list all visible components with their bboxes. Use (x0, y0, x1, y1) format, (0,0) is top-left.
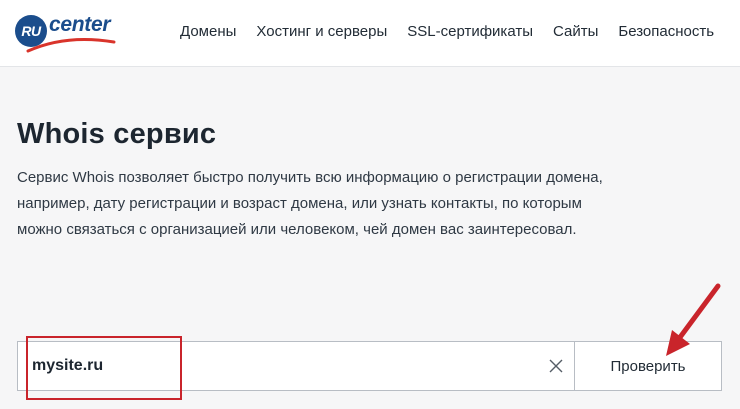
whois-search-form: Проверить (17, 341, 722, 391)
nav-item-security[interactable]: Безопасность (618, 23, 714, 40)
search-box (17, 341, 574, 391)
nav-item-sites[interactable]: Сайты (553, 23, 598, 40)
main-nav: Домены Хостинг и серверы SSL-сертификаты… (180, 23, 734, 40)
logo-text: center (49, 13, 111, 36)
page-description: Сервис Whois позволяет быстро получить в… (17, 169, 603, 238)
logo-swoosh-icon (26, 37, 116, 53)
domain-search-input[interactable] (18, 342, 538, 390)
close-icon[interactable] (548, 358, 564, 374)
check-button[interactable]: Проверить (574, 341, 722, 391)
ru-center-logo[interactable]: RU center (14, 8, 124, 56)
nav-item-ssl[interactable]: SSL-сертификаты (407, 23, 533, 40)
nav-item-domains[interactable]: Домены (180, 23, 236, 40)
page-title: Whois сервис (17, 118, 217, 150)
site-header: RU center Домены Хостинг и серверы SSL-с… (0, 0, 740, 67)
nav-item-hosting[interactable]: Хостинг и серверы (256, 23, 387, 40)
